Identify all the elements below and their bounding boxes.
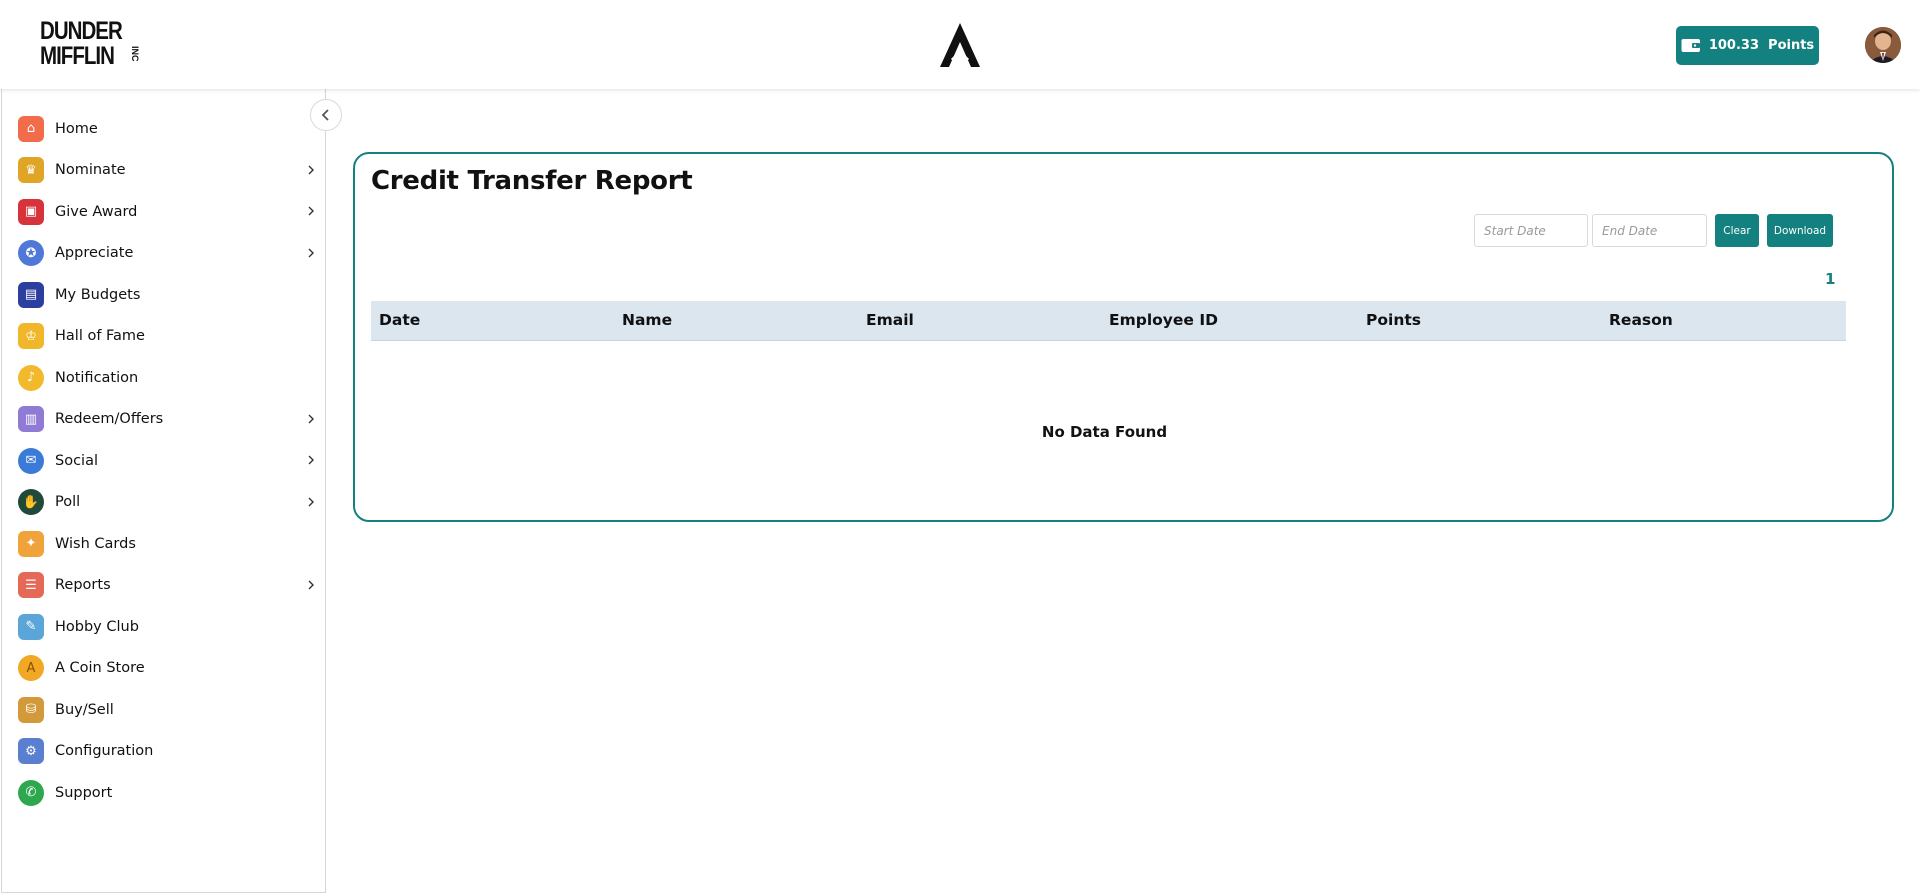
sidebar-item-configuration[interactable]: ⚙ Configuration [2,731,325,773]
party-popper-icon: ✦ [18,530,44,557]
poll-icon: ✋ [18,489,44,516]
chevron-right-icon [308,455,314,465]
logo-suffix: INC [130,46,140,62]
phone-icon: ✆ [18,779,44,806]
palette-icon: ✎ [18,613,44,640]
end-date-input[interactable] [1592,214,1707,247]
sidebar-item-label: Appreciate [55,245,134,262]
start-date-input[interactable] [1474,214,1588,247]
column-header-employee-id: Employee ID [1109,311,1218,329]
sidebar-item-label: Reports [55,577,111,594]
pagination-page-1[interactable]: 1 [1825,270,1835,288]
sidebar-item-label: A Coin Store [55,660,145,677]
sidebar-item-give-award[interactable]: ▣ Give Award [2,191,325,233]
a-logo-icon[interactable] [935,20,985,70]
wallet-icon [1681,39,1700,52]
column-header-points: Points [1366,311,1421,329]
empty-state-message: No Data Found [1041,423,1168,441]
column-header-reason: Reason [1609,311,1673,329]
sidebar-item-nominate[interactable]: ♛ Nominate [2,150,325,192]
sidebar-item-label: Buy/Sell [55,701,114,718]
home-icon: ⌂ [18,115,44,142]
top-header: DUNDER MIFFLIN INC 100.33 Points [0,0,1920,89]
monitor-settings-icon: ⚙ [18,738,44,765]
sidebar-item-redeem-offers[interactable]: ▥ Redeem/Offers [2,399,325,441]
avatar-image [1865,27,1901,63]
sidebar-item-label: Support [55,784,113,801]
chat-icon: ✉ [18,447,44,474]
sidebar-item-wish-cards[interactable]: ✦ Wish Cards [2,523,325,565]
sidebar-item-label: Hobby Club [55,618,139,635]
sidebar-item-a-coin-store[interactable]: A A Coin Store [2,648,325,690]
sidebar-item-reports[interactable]: ☰ Reports [2,565,325,607]
sidebar-item-label: Poll [55,494,81,511]
points-balance-label: 100.33 Points [1708,38,1815,53]
wallet-icon: ▤ [18,281,44,308]
chevron-left-icon [321,109,329,121]
table-header-row: Date Name Email Employee ID Points Reaso… [371,301,1846,341]
clear-button[interactable]: Clear [1715,214,1759,247]
column-header-email: Email [866,311,914,329]
trophy-icon: ♛ [18,157,44,184]
sidebar-nav: ⌂ Home ♛ Nominate ▣ Give Award ✪ Appreci… [2,89,325,814]
sidebar-item-label: Configuration [55,743,154,760]
offers-icon: ▥ [18,406,44,433]
download-button[interactable]: Download [1767,214,1833,247]
sidebar-item-hall-of-fame[interactable]: ♔ Hall of Fame [2,316,325,358]
column-header-date: Date [379,311,421,329]
sidebar-item-label: Home [55,120,98,137]
logo-line-2: MIFFLIN [40,42,115,70]
sidebar-item-label: Redeem/Offers [55,411,164,428]
chevron-right-icon [308,414,314,423]
column-header-name: Name [622,311,673,329]
page-title: Credit Transfer Report [371,166,693,196]
user-avatar[interactable] [1865,27,1901,63]
chevron-right-icon [308,497,314,506]
sidebar-item-support[interactable]: ✆ Support [2,772,325,814]
shopping-bags-icon: ⛁ [18,696,44,723]
chevron-right-icon [308,580,314,589]
clipboard-icon: ☰ [18,572,44,599]
points-balance-button[interactable]: 100.33 Points [1676,26,1819,65]
empty-state: No Data Found [355,422,1892,441]
medal-icon: ✪ [18,240,44,267]
sidebar-item-label: Wish Cards [55,535,136,552]
sidebar-item-label: Notification [55,369,139,386]
sidebar-item-buy-sell[interactable]: ⛁ Buy/Sell [2,689,325,731]
sidebar-item-label: Hall of Fame [55,328,145,345]
bell-icon: ♪ [18,364,44,391]
sidebar-item-label: Social [55,452,98,469]
sidebar-item-label: Give Award [55,203,138,220]
company-logo[interactable]: DUNDER MIFFLIN [40,17,123,70]
chevron-right-icon [308,206,314,216]
sidebar-item-appreciate[interactable]: ✪ Appreciate [2,233,325,275]
sidebar-item-my-budgets[interactable]: ▤ My Budgets [2,274,325,316]
sidebar-item-hobby-club[interactable]: ✎ Hobby Club [2,606,325,648]
collapse-sidebar-button[interactable] [310,99,342,131]
chevron-right-icon [308,248,314,257]
credit-transfer-report-card: Credit Transfer Report Clear Download 1 … [353,152,1894,522]
chevron-right-icon [308,165,314,174]
sidebar-item-social[interactable]: ✉ Social [2,440,325,482]
sidebar-item-label: Nominate [55,162,126,179]
sidebar: ⌂ Home ♛ Nominate ▣ Give Award ✪ Appreci… [1,89,326,893]
gift-icon: ▣ [18,198,44,225]
crown-icon: ♔ [18,323,44,350]
sidebar-item-home[interactable]: ⌂ Home [2,108,325,150]
logo-line-1: DUNDER [40,17,123,45]
sidebar-item-notification[interactable]: ♪ Notification [2,357,325,399]
sidebar-item-poll[interactable]: ✋ Poll [2,482,325,524]
sidebar-item-label: My Budgets [55,286,141,303]
coin-icon: A [18,655,44,682]
